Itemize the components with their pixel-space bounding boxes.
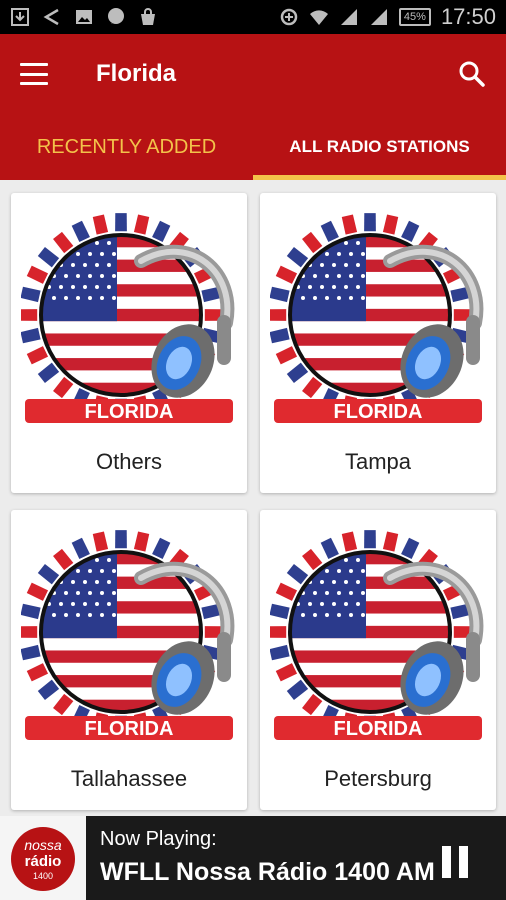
florida-radio-logo: FLORIDA [21,213,235,423]
chat-notification-icon [108,8,124,24]
station-card[interactable]: FLORIDA Tampa [260,193,496,493]
now-playing-station: WFLL Nossa Rádio 1400 AM [100,858,435,886]
status-bar: 45% 17:50 [0,0,506,34]
tab-bar: RECENTLY ADDED ALL RADIO STATIONS [0,114,506,180]
station-card-name: Petersburg [324,766,432,791]
bag-notification-icon [141,8,155,25]
florida-radio-logo: FLORIDA [270,213,484,423]
wifi-icon [309,10,328,25]
station-card-name: Others [95,449,163,474]
svg-text:nossa: nossa [24,837,62,853]
page-title: Florida [96,60,177,87]
svg-text:rádio: rádio [25,853,62,870]
station-card[interactable]: FLORIDA Others [11,193,247,493]
data-saver-icon [280,8,298,26]
now-playing-bar[interactable]: nossa rádio 1400 Now Playing: WFLL Nossa… [0,816,506,900]
pause-icon[interactable] [438,844,472,880]
svg-text:1400: 1400 [33,871,53,881]
signal-2-icon [370,9,387,25]
station-card[interactable]: FLORIDA Petersburg [260,510,496,810]
florida-radio-logo: FLORIDA [270,530,484,740]
svg-text:FLORIDA: FLORIDA [85,718,174,740]
signal-icon [340,9,357,25]
tab-recently-added[interactable]: RECENTLY ADDED [0,114,253,180]
svg-text:FLORIDA: FLORIDA [85,401,174,423]
battery-indicator: 45% [398,8,431,26]
nossa-radio-logo: nossa rádio 1400 [11,827,75,891]
toolbar: Florida [0,34,506,114]
download-notification-icon [11,8,29,26]
player-panel: Now Playing: WFLL Nossa Rádio 1400 AM [86,816,506,900]
station-card-name: Tampa [344,449,412,474]
share-icon [43,8,59,26]
station-card[interactable]: FLORIDA Tallahassee [11,510,247,810]
florida-radio-logo: FLORIDA [21,530,235,740]
clock: 17:50 [440,4,496,29]
search-icon[interactable] [458,60,486,88]
image-notification-icon [76,10,92,24]
now-playing-label: Now Playing: [100,828,217,850]
svg-text:FLORIDA: FLORIDA [334,401,423,423]
menu-icon[interactable] [20,63,48,85]
station-grid: FLORIDA Others FLORIDA Tampa FLORIDA Tal… [0,180,506,816]
tab-all-radio-stations[interactable]: ALL RADIO STATIONS [253,114,506,180]
station-card-name: Tallahassee [70,766,188,791]
svg-text:FLORIDA: FLORIDA [334,718,423,740]
app-bar: Florida RECENTLY ADDED ALL RADIO STATION… [0,34,506,180]
